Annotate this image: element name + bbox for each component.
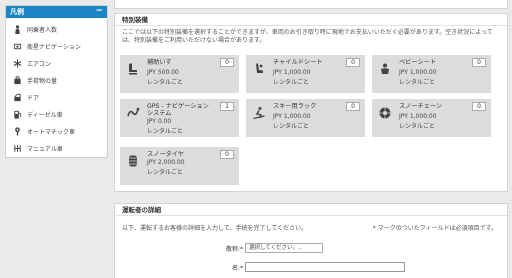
gps-icon	[126, 106, 140, 120]
collapse-icon[interactable]: −	[95, 6, 103, 17]
quantity-input[interactable]: 0	[472, 58, 486, 67]
equipment-card: スノータイヤ JPY 2,000.00 レンタルごと 0	[120, 147, 239, 185]
equipment-unit: レンタルごと	[399, 79, 436, 86]
legend-label: 手荷物の量	[27, 78, 58, 85]
quantity-input[interactable]: 0	[346, 102, 360, 111]
child-seat-icon	[252, 62, 266, 76]
legend-item: 同乗者人数	[12, 21, 107, 38]
legend-item: エアコン	[12, 55, 107, 72]
equipment-name: スキー用ラック	[273, 103, 317, 110]
equipment-price: JPY 1,000.00	[273, 69, 311, 76]
equipment-card: ベビーシート JPY 1,000.00 レンタルごと 0	[372, 55, 491, 93]
equipment-price: JPY 0.00	[147, 118, 172, 125]
legend-header[interactable]: 凡例 −	[6, 6, 107, 18]
baby-seat-icon	[378, 62, 392, 76]
panel-title: 特別装備	[115, 14, 507, 26]
legend-label: 同乗者人数	[27, 27, 58, 34]
legend-label: ディーゼル車	[27, 112, 63, 119]
legend-item: 手荷物の量	[12, 72, 107, 89]
equipment-price: JPY 1,000.00	[273, 113, 311, 120]
legend-list: 同乗者人数 衛星ナビゲーション エアコン 手荷物の量 ドア ディーゼル車 オート…	[6, 18, 107, 157]
equipment-name: チャイルドシート	[273, 59, 323, 66]
snowflake-icon	[12, 59, 22, 69]
luggage-icon	[12, 76, 22, 86]
equipment-name: ベビーシート	[399, 59, 437, 66]
legend-item: ドア	[12, 89, 107, 106]
equipment-card: スキー用ラック JPY 1,000.00 レンタルごと 0	[246, 99, 365, 137]
snow-chain-icon	[378, 106, 392, 120]
equipment-price: JPY 500.00	[147, 69, 179, 76]
equipment-name: GPS - ナビゲーションシステム	[147, 103, 209, 117]
top-panel	[114, 0, 508, 9]
equipment-name: スノータイヤ	[147, 151, 184, 158]
equipment-price: JPY 2,000.00	[147, 159, 185, 166]
legend-label: エアコン	[27, 61, 52, 68]
legend-item: マニュアル車	[12, 140, 107, 157]
legend-title: 凡例	[10, 8, 24, 16]
legend-item: ディーゼル車	[12, 106, 107, 123]
equipment-unit: レンタルごと	[273, 123, 310, 130]
equipment-unit: レンタルごと	[147, 79, 184, 86]
navigation-icon	[12, 42, 22, 52]
required-note: * マークのついたフィールドは必須項目です。	[372, 225, 497, 232]
quantity-input[interactable]: 0	[346, 58, 360, 67]
quantity-input[interactable]: 1	[220, 102, 234, 111]
special-equipment-panel: 特別装備 ここでは以下の特別装備を選択することができますが、車両のお引き取り時に…	[114, 13, 508, 192]
equipment-price: JPY 1,000.00	[399, 113, 437, 120]
booster-seat-icon	[126, 62, 140, 76]
legend-label: オートマチック車	[27, 129, 76, 136]
automatic-gear-icon	[12, 127, 22, 137]
legend-panel: 凡例 − 同乗者人数 衛星ナビゲーション エアコン 手荷物の量 ドア ディーゼル…	[5, 5, 108, 158]
equipment-name: スノーチェーン	[399, 103, 443, 110]
equipment-unit: レンタルごと	[399, 123, 436, 130]
legend-label: ドア	[27, 95, 40, 102]
honorific-label: 敬称:*	[225, 245, 243, 253]
panel-title: 運転者の詳細	[115, 204, 507, 216]
honorific-select[interactable]: 選択してください。..	[245, 243, 323, 253]
equipment-description: ここでは以下の特別装備を選択することができますが、車両のお引き取り時に現地でお支…	[122, 29, 493, 44]
fuel-pump-icon	[12, 110, 22, 120]
name-row: 名:*	[215, 262, 405, 272]
equipment-card: 補助いす JPY 500.00 レンタルごと 0	[120, 55, 239, 93]
legend-item: 衛星ナビゲーション	[12, 38, 107, 55]
equipment-unit: レンタルごと	[273, 79, 310, 86]
equipment-card: GPS - ナビゲーションシステム JPY 0.00 レンタルごと 1	[120, 99, 239, 137]
manual-gear-icon	[12, 144, 22, 154]
equipment-name: 補助いす	[147, 59, 172, 66]
ski-rack-icon	[252, 106, 266, 120]
equipment-unit: レンタルごと	[147, 128, 184, 135]
equipment-unit: レンタルごと	[147, 169, 184, 176]
snow-tire-icon	[126, 154, 140, 168]
honorific-row: 敬称:* 選択してください。..	[215, 243, 323, 253]
legend-label: 衛星ナビゲーション	[27, 44, 81, 51]
driver-details-panel: 運転者の詳細 以下、運転するお客様の詳細を入力して、手続を完了してください。 *…	[114, 203, 508, 278]
legend-label: マニュアル車	[27, 146, 63, 153]
quantity-input[interactable]: 0	[472, 102, 486, 111]
quantity-input[interactable]: 0	[220, 58, 234, 67]
quantity-input[interactable]: 0	[220, 150, 234, 159]
car-door-icon	[12, 93, 22, 103]
driver-instructions: 以下、運転するお客様の詳細を入力して、手続を完了してください。	[122, 225, 308, 232]
equipment-price: JPY 1,000.00	[399, 69, 437, 76]
legend-item: オートマチック車	[12, 123, 107, 140]
equipment-card: チャイルドシート JPY 1,000.00 レンタルごと 0	[246, 55, 365, 93]
name-label: 名:*	[231, 264, 243, 272]
person-icon	[12, 25, 22, 35]
equipment-card: スノーチェーン JPY 1,000.00 レンタルごと 0	[372, 99, 491, 137]
name-input[interactable]	[245, 262, 405, 272]
